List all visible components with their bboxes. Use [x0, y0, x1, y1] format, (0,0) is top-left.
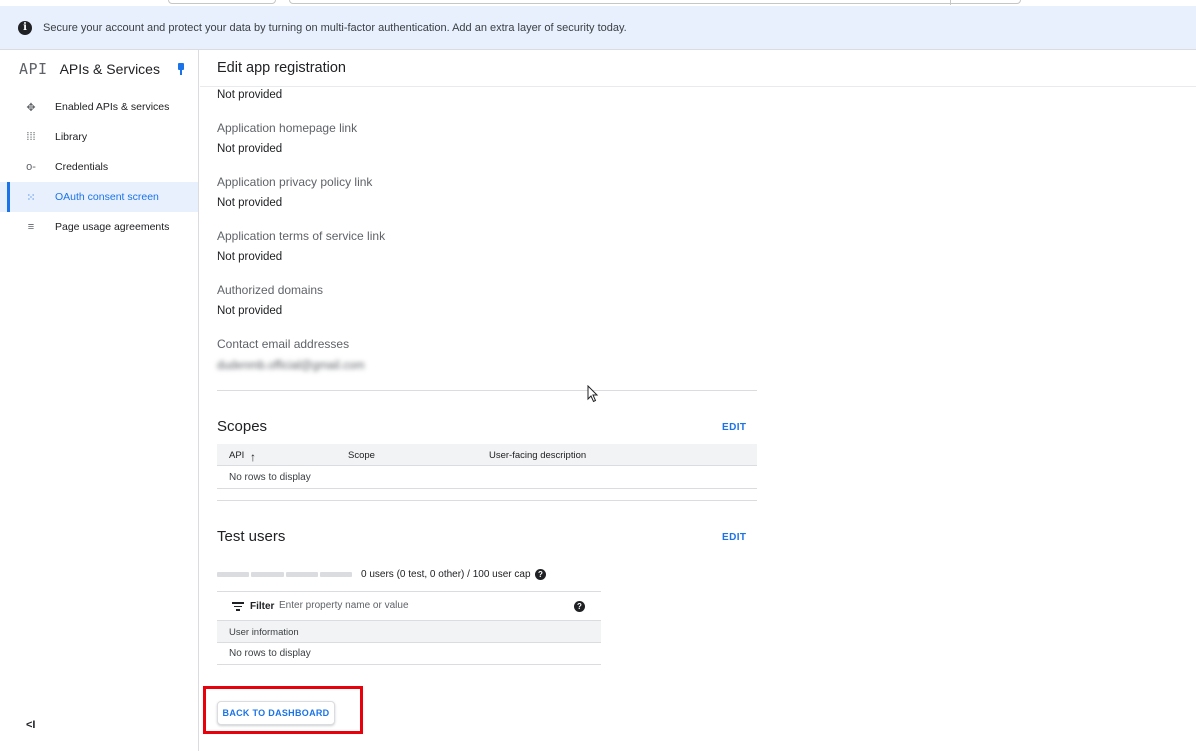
title-divider — [200, 86, 1196, 87]
scopes-table-header: API ↑ Scope User-facing description — [217, 444, 757, 466]
library-icon: ⁞⁞⁞ — [26, 131, 36, 143]
filter-label: Filter — [250, 601, 275, 612]
user-cap-progress — [217, 572, 352, 577]
scopes-empty-row: No rows to display — [229, 472, 311, 483]
search-divider — [950, 0, 951, 5]
test-users-edit-button[interactable]: EDIT — [722, 532, 746, 543]
sidebar-item-oauth-consent[interactable]: ⁙ OAuth consent screen — [0, 182, 198, 212]
mouse-cursor-icon — [587, 385, 599, 403]
sidebar-item-label: Enabled APIs & services — [55, 101, 170, 113]
filter-icon[interactable] — [232, 602, 244, 611]
field-value: Not provided — [217, 197, 283, 209]
sidebar-item-credentials[interactable]: o- Credentials — [0, 152, 198, 182]
sidebar-item-label: Library — [55, 131, 88, 143]
api-logo: API — [19, 59, 48, 78]
filter-bar: Filter ? — [217, 591, 601, 621]
help-icon[interactable]: ? — [574, 601, 585, 612]
field-label: Application privacy policy link — [217, 175, 373, 189]
search-bar[interactable] — [289, 0, 1021, 5]
info-icon: i — [18, 20, 32, 35]
settings-list-icon: ≡ — [27, 221, 35, 233]
help-icon[interactable]: ? — [535, 569, 546, 580]
highlight-box — [203, 686, 363, 734]
column-header-description[interactable]: User-facing description — [489, 450, 586, 461]
collapse-sidebar-icon[interactable]: <I — [26, 719, 35, 731]
table-rule — [217, 488, 757, 489]
sidebar-item-page-usage[interactable]: ≡ Page usage agreements — [0, 212, 198, 242]
users-table-header: User information — [217, 621, 601, 643]
field-label: Application terms of service link — [217, 229, 386, 243]
section-divider — [217, 500, 757, 501]
sidebar: API APIs & Services ✥ Enabled APIs & ser… — [0, 50, 199, 751]
field-value: Not provided — [217, 143, 283, 155]
test-users-title: Test users — [217, 528, 286, 545]
sidebar-item-label: OAuth consent screen — [55, 191, 159, 203]
sidebar-header: API APIs & Services — [0, 50, 198, 87]
user-cap-text: 0 users (0 test, 0 other) / 100 user cap — [361, 569, 531, 580]
scopes-edit-button[interactable]: EDIT — [722, 422, 746, 433]
key-icon: o- — [26, 161, 36, 173]
filter-input[interactable] — [279, 600, 559, 611]
main-content: Edit app registration Not provided Appli… — [200, 50, 1196, 751]
field-label: Contact email addresses — [217, 337, 350, 351]
move-icon: ✥ — [26, 101, 36, 114]
sidebar-item-label: Page usage agreements — [55, 221, 170, 233]
sidebar-title: APIs & Services — [59, 60, 160, 77]
users-empty-row: No rows to display — [229, 648, 311, 659]
field-value: Not provided — [217, 251, 283, 263]
pin-icon[interactable] — [176, 62, 186, 76]
scopes-title: Scopes — [217, 418, 268, 435]
banner-message: Secure your account and protect your dat… — [43, 21, 627, 34]
section-divider — [217, 390, 757, 391]
project-selector[interactable] — [168, 0, 276, 4]
sidebar-item-library[interactable]: ⁞⁞⁞ Library — [0, 122, 198, 152]
sidebar-item-enabled-apis[interactable]: ✥ Enabled APIs & services — [0, 92, 198, 122]
sort-ascending-icon[interactable]: ↑ — [250, 450, 256, 464]
field-label: Authorized domains — [217, 283, 324, 297]
sidebar-item-label: Credentials — [55, 161, 109, 173]
field-value: Not provided — [217, 305, 283, 317]
field-value: Not provided — [217, 89, 283, 101]
contact-email-value: dudenmb.official@gmail.com — [217, 360, 365, 372]
mfa-banner: i Secure your account and protect your d… — [0, 6, 1196, 50]
table-rule — [217, 664, 601, 665]
column-header-api[interactable]: API — [229, 450, 244, 461]
field-label: Application homepage link — [217, 121, 358, 135]
column-header-scope[interactable]: Scope — [348, 450, 375, 461]
column-header-user-info[interactable]: User information — [229, 627, 299, 638]
page-title: Edit app registration — [217, 60, 346, 76]
consent-icon: ⁙ — [26, 191, 36, 204]
